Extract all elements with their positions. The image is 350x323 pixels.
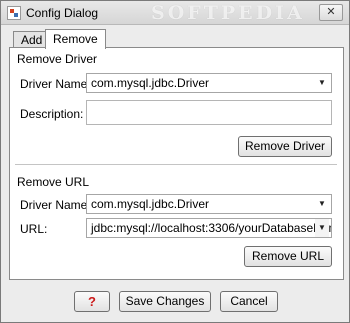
url-dropdown[interactable]: jdbc:mysql://localhost:3306/yourDatabase… xyxy=(86,218,332,238)
watermark: SOFTPEDIA xyxy=(151,2,305,24)
remove-driver-button[interactable]: Remove Driver xyxy=(238,136,332,157)
remove-driver-section-title: Remove Driver xyxy=(17,52,98,66)
window-title: Config Dialog xyxy=(26,6,99,20)
url-label: URL: xyxy=(20,222,48,236)
close-icon: ✕ xyxy=(326,6,336,18)
remove-url-driver-name-value: com.mysql.jdbc.Driver xyxy=(91,197,210,211)
remove-url-section-title: Remove URL xyxy=(17,175,90,189)
description-field[interactable] xyxy=(86,100,332,125)
chevron-down-icon[interactable]: ▼ xyxy=(315,219,329,237)
save-changes-button[interactable]: Save Changes xyxy=(119,291,211,312)
description-label: Description: xyxy=(20,107,84,121)
chevron-down-icon[interactable]: ▼ xyxy=(315,74,329,92)
chevron-down-icon[interactable]: ▼ xyxy=(315,195,329,213)
remove-tab-panel: Remove Driver Driver Name: com.mysql.jdb… xyxy=(9,47,344,280)
remove-driver-name-dropdown[interactable]: com.mysql.jdbc.Driver ▼ xyxy=(86,73,332,93)
title-bar[interactable]: Config Dialog SOFTPEDIA ✕ xyxy=(1,1,349,25)
app-icon[interactable] xyxy=(7,6,21,20)
close-button[interactable]: ✕ xyxy=(319,4,343,21)
cancel-button[interactable]: Cancel xyxy=(220,291,278,312)
help-button[interactable]: ? xyxy=(74,291,110,312)
help-icon: ? xyxy=(88,294,96,309)
driver-name-label: Driver Name: xyxy=(20,77,91,91)
tab-remove[interactable]: Remove xyxy=(45,29,106,49)
url-value: jdbc:mysql://localhost:3306/yourDatabase… xyxy=(91,221,332,235)
remove-url-button[interactable]: Remove URL xyxy=(244,246,332,267)
config-dialog-window: Config Dialog SOFTPEDIA ✕ Add Remove Rem… xyxy=(0,0,350,323)
remove-driver-name-value: com.mysql.jdbc.Driver xyxy=(91,76,210,90)
remove-url-driver-name-dropdown[interactable]: com.mysql.jdbc.Driver ▼ xyxy=(86,194,332,214)
url-driver-name-label: Driver Name: xyxy=(20,198,91,212)
section-divider xyxy=(15,164,337,166)
